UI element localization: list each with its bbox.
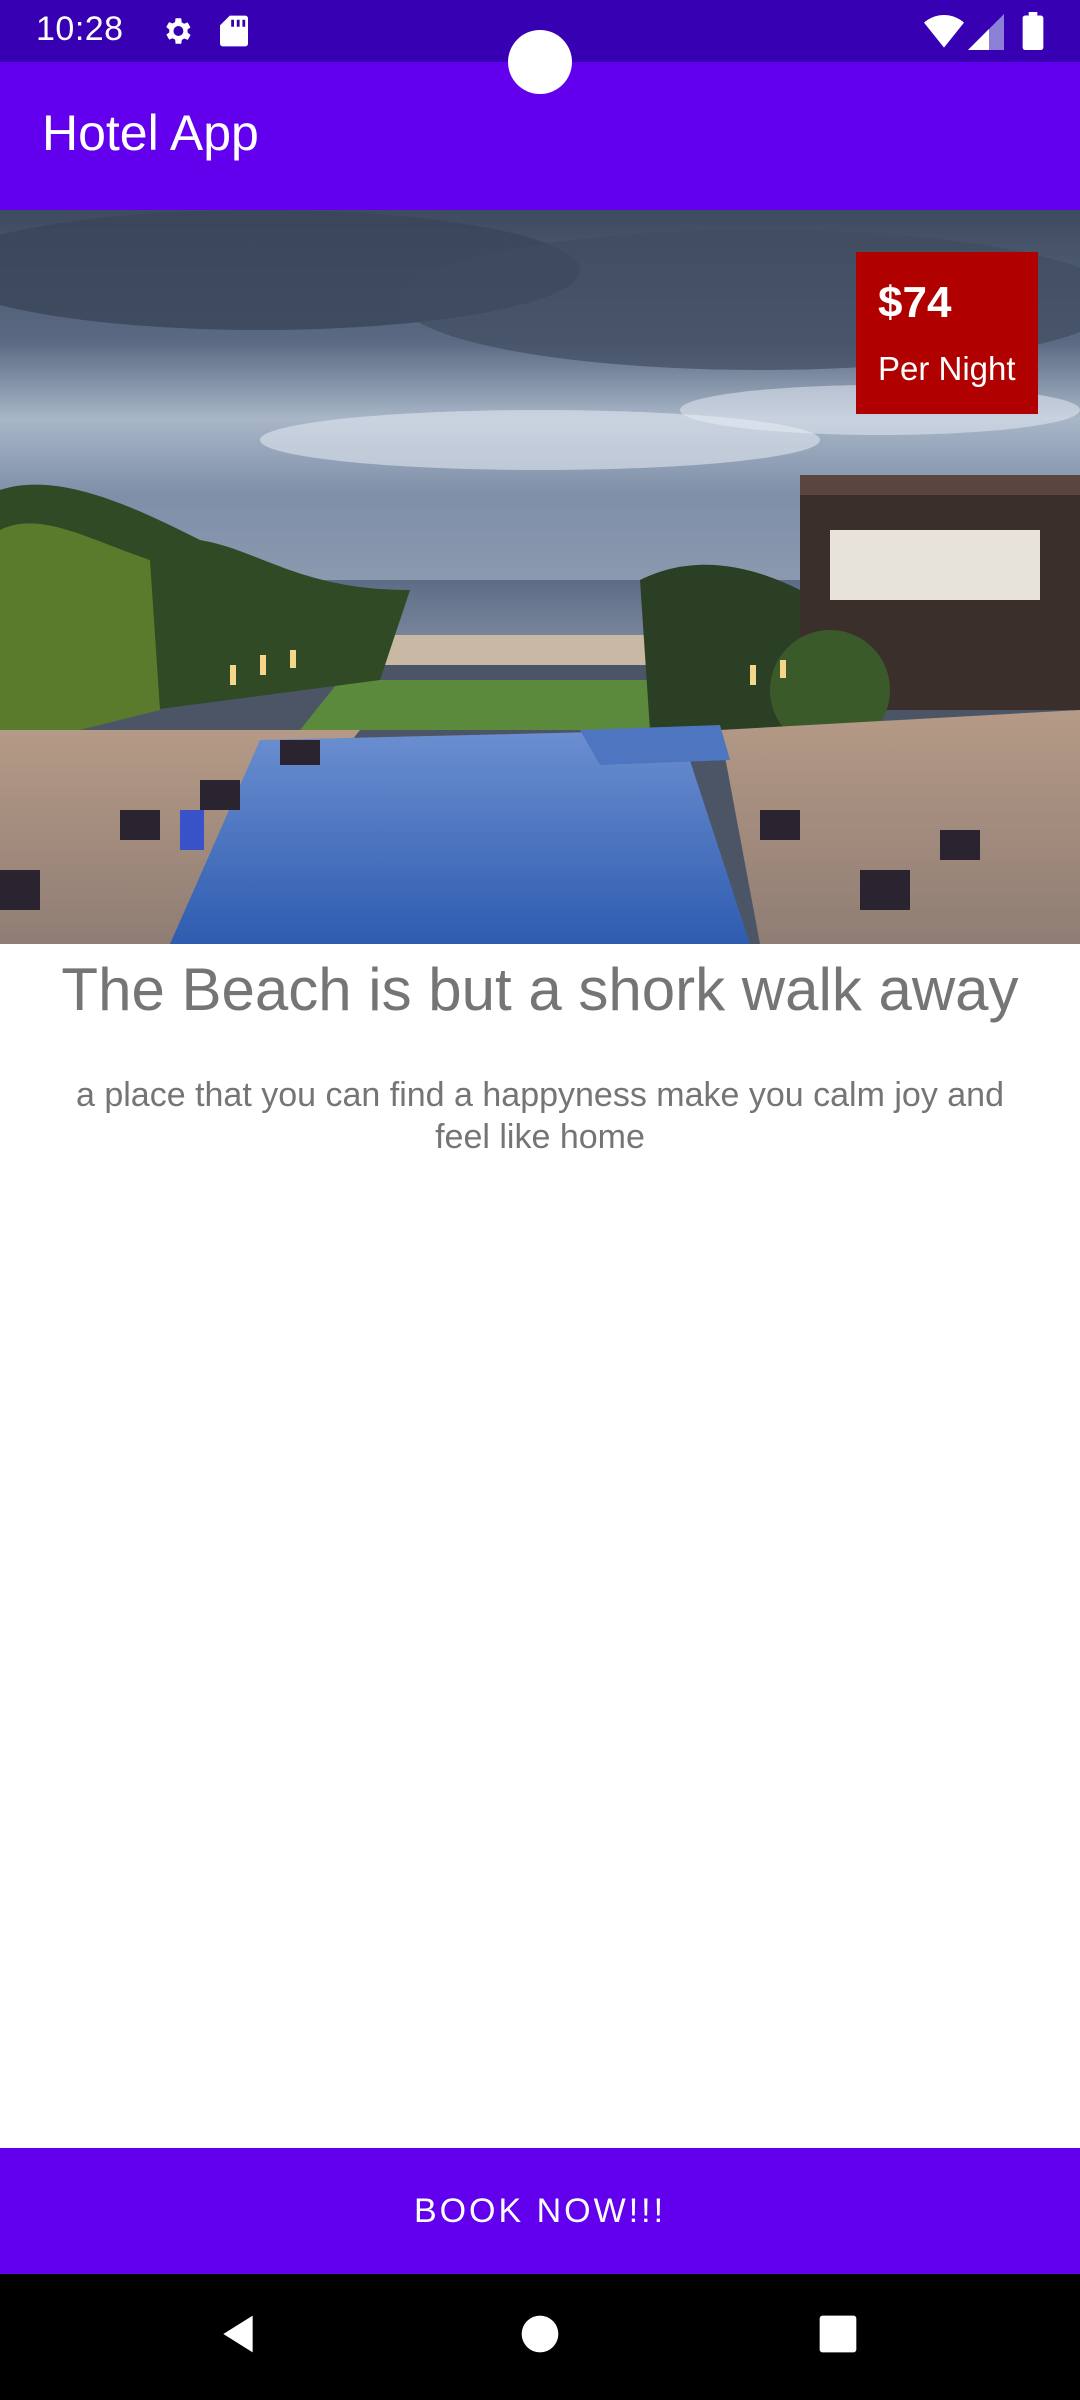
nav-bar xyxy=(0,2274,1080,2400)
sd-card-icon xyxy=(220,15,248,47)
back-icon[interactable] xyxy=(216,2310,260,2358)
price-badge: $74 Per Night xyxy=(856,252,1038,414)
price-amount: $74 xyxy=(878,278,952,327)
battery-icon xyxy=(1022,12,1044,50)
price-unit: Per Night xyxy=(878,350,1016,387)
book-now-button[interactable]: BOOK NOW!!! xyxy=(0,2148,1080,2274)
camera-cutout xyxy=(508,30,572,94)
signal-icon xyxy=(968,14,1004,50)
wifi-icon xyxy=(924,15,964,48)
app-title: Hotel App xyxy=(42,105,259,161)
status-time: 10:28 xyxy=(36,10,124,48)
gear-icon xyxy=(166,18,191,44)
headline: The Beach is but a shork walk away xyxy=(61,956,1019,1023)
description: a place that you can find a happyness ma… xyxy=(75,1076,1004,1156)
home-icon[interactable] xyxy=(518,2310,562,2358)
recent-apps-icon[interactable] xyxy=(816,2310,860,2358)
